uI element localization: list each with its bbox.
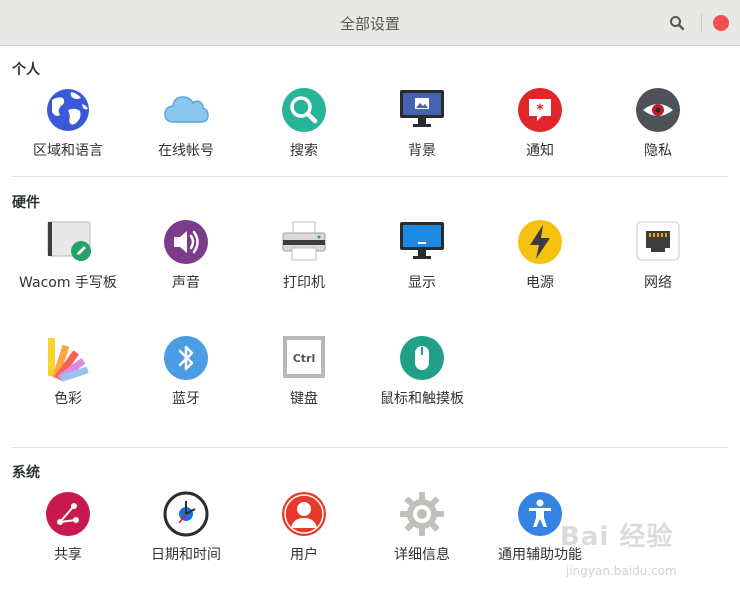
panel-wacom[interactable]: Wacom 手写板 (9, 218, 127, 292)
panel-label: 声音 (172, 275, 200, 291)
panel-label: 打印机 (283, 275, 325, 291)
panel-label: 色彩 (54, 391, 82, 407)
panel-online-accounts[interactable]: 在线帐号 (127, 86, 245, 160)
panel-label: 通用辅助功能 (498, 547, 582, 563)
globe-icon (47, 89, 89, 131)
header-bar: 全部设置 (0, 0, 740, 46)
monitor-picture-icon (400, 90, 444, 127)
svg-text:*: * (536, 102, 544, 118)
panel-color[interactable]: 色彩 (9, 334, 127, 408)
panel-label: 蓝牙 (172, 391, 200, 407)
panel-region-language[interactable]: 区域和语言 (9, 86, 127, 160)
panel-displays[interactable]: 显示 (363, 218, 481, 292)
printer-icon (282, 221, 326, 261)
search-icon (670, 16, 685, 31)
share-icon (46, 492, 90, 536)
panel-power[interactable]: 电源 (481, 218, 599, 292)
user-icon (282, 492, 326, 536)
panel-privacy[interactable]: 隐私 (599, 86, 717, 160)
lightning-icon (518, 220, 562, 264)
watermark-url: jingyan.baidu.com (566, 564, 677, 578)
panel-sound[interactable]: 声音 (127, 218, 245, 292)
panel-accessibility[interactable]: 通用辅助功能 (481, 490, 599, 564)
header-separator (701, 14, 702, 32)
panel-label: 背景 (408, 143, 436, 159)
eye-icon (636, 88, 680, 132)
panel-label: 详细信息 (394, 547, 450, 563)
panel-label: 日期和时间 (151, 547, 221, 563)
panel-label: 隐私 (644, 143, 672, 159)
panel-label: 用户 (290, 547, 318, 563)
section-title-system: 系统 (12, 465, 40, 481)
panel-label: 鼠标和触摸板 (380, 391, 464, 407)
panel-label: 区域和语言 (33, 143, 103, 159)
panel-label: 搜索 (290, 143, 318, 159)
panel-notifications[interactable]: * 通知 (481, 86, 599, 160)
panel-label: 在线帐号 (158, 143, 214, 159)
panel-bluetooth[interactable]: 蓝牙 (127, 334, 245, 408)
section-title-personal: 个人 (12, 62, 40, 78)
panel-label: 显示 (408, 275, 436, 291)
panel-label: 通知 (526, 143, 554, 159)
panel-background[interactable]: 背景 (363, 86, 481, 160)
svg-text:Ctrl: Ctrl (293, 352, 316, 365)
display-icon (400, 222, 444, 259)
panel-label: 电源 (526, 275, 554, 291)
panel-sharing[interactable]: 共享 (9, 490, 127, 564)
panel-search[interactable]: 搜索 (245, 86, 363, 160)
gear-icon (400, 492, 444, 536)
cloud-icon (164, 96, 209, 123)
window-title: 全部设置 (339, 15, 400, 33)
accessibility-icon (518, 492, 562, 536)
panel-date-time[interactable]: 日期和时间 (127, 490, 245, 564)
section-divider (12, 447, 728, 448)
panel-users[interactable]: 用户 (245, 490, 363, 564)
panel-network[interactable]: 网络 (599, 218, 717, 292)
panel-label: 网络 (644, 275, 672, 291)
magnifier-icon (282, 88, 326, 132)
panel-keyboard[interactable]: Ctrl 键盘 (245, 334, 363, 408)
panel-label: 共享 (54, 547, 82, 563)
color-swatches-icon (48, 338, 89, 382)
speaker-icon (164, 220, 208, 264)
ethernet-port-icon (636, 221, 680, 261)
keyboard-key-icon: Ctrl (283, 336, 325, 378)
tablet-pen-icon (47, 221, 91, 261)
panel-printers[interactable]: 打印机 (245, 218, 363, 292)
panel-details[interactable]: 详细信息 (363, 490, 481, 564)
clock-icon (163, 491, 209, 537)
mouse-icon (400, 335, 444, 380)
section-title-hardware: 硬件 (12, 195, 40, 211)
panel-mouse-touchpad[interactable]: 鼠标和触摸板 (363, 334, 481, 408)
close-button[interactable] (713, 15, 729, 31)
search-button[interactable] (664, 11, 690, 35)
notification-bubble-icon: * (518, 88, 562, 132)
bluetooth-icon (164, 336, 208, 380)
panel-label: Wacom 手写板 (19, 275, 117, 291)
panel-label: 键盘 (290, 391, 318, 407)
section-divider (12, 176, 728, 177)
